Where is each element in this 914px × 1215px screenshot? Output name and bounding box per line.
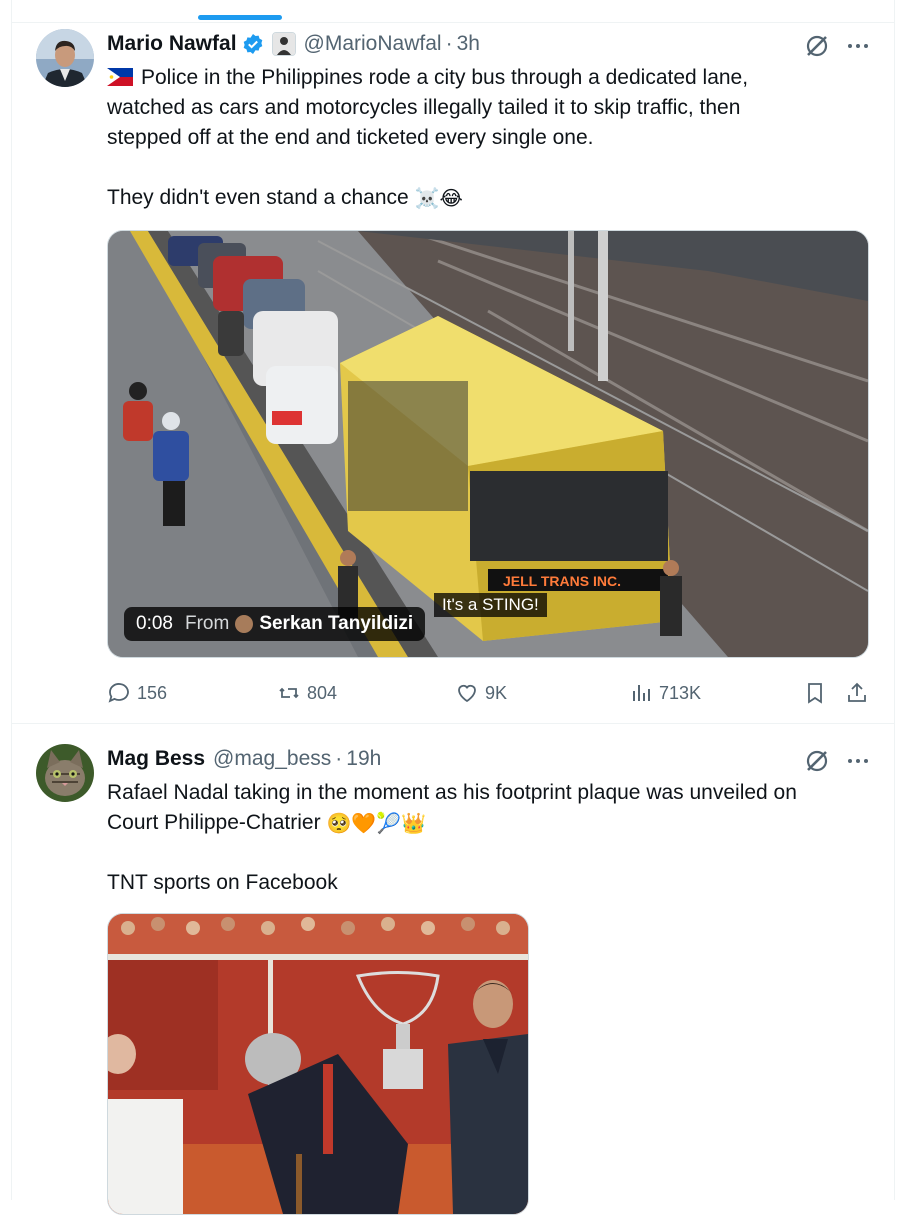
- views-count: 713K: [659, 682, 702, 703]
- active-tab-indicator: [198, 15, 282, 20]
- author-handle[interactable]: @mag_bess: [213, 747, 331, 771]
- affiliate-badge-icon[interactable]: [271, 32, 296, 56]
- timeline-feed: Mario Nawfal @MarioNawfal · 3h Police in…: [11, 0, 895, 1215]
- dot-separator: ·: [335, 747, 343, 770]
- photo: [108, 914, 528, 1214]
- video-from-label: From: [184, 613, 230, 634]
- grok-icon[interactable]: [804, 33, 830, 59]
- tweet-image[interactable]: [107, 913, 529, 1215]
- author-name[interactable]: Mag Bess: [107, 747, 205, 771]
- video-source-name[interactable]: Serkan Tanyildizi: [259, 613, 413, 635]
- reply-count: 156: [137, 682, 168, 703]
- timestamp[interactable]: 3h: [457, 32, 480, 56]
- bus-destination-sign: JELL TRANS INC.: [503, 573, 621, 589]
- more-icon[interactable]: [845, 748, 871, 774]
- bookmark-button[interactable]: [803, 678, 833, 708]
- reply-icon: [108, 683, 129, 703]
- timestamp[interactable]: 19h: [346, 747, 381, 771]
- verified-badge-icon: [242, 33, 264, 55]
- dot-separator: ·: [445, 32, 453, 55]
- text-line: Court Philippe-Chatrier: [107, 811, 321, 834]
- share-icon: [848, 682, 866, 702]
- text-line: TNT sports on Facebook: [107, 871, 338, 894]
- like-button[interactable]: 9K: [455, 678, 507, 708]
- text-line: They didn't even stand a chance: [107, 186, 409, 209]
- heart-icon: [458, 684, 476, 703]
- tweet-text: Rafael Nadal taking in the moment as his…: [107, 778, 872, 898]
- author-handle[interactable]: @MarioNawfal: [304, 32, 442, 56]
- video-player[interactable]: JELL TRANS INC. It's a STING! 0:08 From: [107, 230, 869, 658]
- avatar[interactable]: [36, 744, 94, 802]
- bookmark-icon: [808, 683, 822, 704]
- reply-button[interactable]: 156: [107, 678, 167, 708]
- tweet-actions: 156 804 9K 713K: [107, 678, 872, 708]
- text-line: stepped off at the end and ticketed ever…: [107, 126, 594, 149]
- tweet-text: Police in the Philippines rode a city bu…: [107, 63, 872, 213]
- emoji: 🥺🧡🎾👑: [326, 811, 427, 835]
- philippines-flag-icon: [107, 65, 133, 86]
- views-icon: [633, 685, 650, 701]
- video-duration: 0:08: [136, 613, 173, 634]
- like-count: 9K: [485, 682, 508, 703]
- repost-button[interactable]: 804: [277, 678, 337, 708]
- text-line: Police in the Philippines rode a city bu…: [141, 66, 749, 89]
- tweet-header: Mario Nawfal @MarioNawfal · 3h: [107, 29, 480, 59]
- share-button[interactable]: [845, 678, 875, 708]
- video-duration-badge: 0:08 From Serkan Tanyildizi: [124, 607, 426, 641]
- repost-count: 804: [307, 682, 338, 703]
- tweet-header: Mag Bess @mag_bess · 19h: [107, 744, 381, 774]
- emoji: ☠️😂: [414, 186, 463, 210]
- video-caption: It's a STING!: [434, 593, 547, 617]
- source-avatar: [235, 615, 254, 633]
- more-icon[interactable]: [845, 33, 871, 59]
- avatar[interactable]: [36, 29, 94, 87]
- views-button[interactable]: 713K: [629, 678, 701, 708]
- tweet[interactable]: Mario Nawfal @MarioNawfal · 3h Police in…: [12, 23, 894, 723]
- author-name[interactable]: Mario Nawfal: [107, 32, 237, 56]
- grok-icon[interactable]: [804, 748, 830, 774]
- text-line: Rafael Nadal taking in the moment as his…: [107, 781, 797, 804]
- tweet[interactable]: Mag Bess @mag_bess · 19h Rafael Nadal ta…: [12, 724, 894, 1215]
- repost-icon: [279, 687, 299, 699]
- text-line: watched as cars and motorcycles illegall…: [107, 96, 741, 119]
